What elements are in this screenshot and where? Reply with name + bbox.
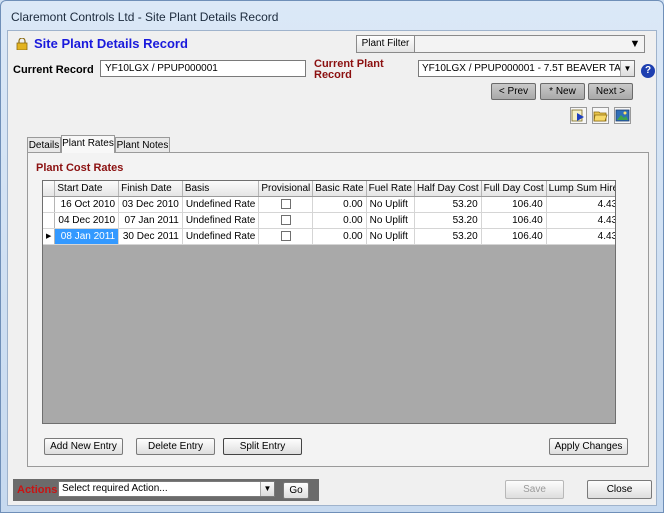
close-button[interactable]: Close	[587, 480, 652, 499]
dropdown-arrow-icon[interactable]: ▼	[620, 61, 634, 76]
current-plant-record-label: Current Plant Record	[314, 59, 384, 81]
current-row-arrow-icon: ▶	[46, 233, 52, 240]
table-row[interactable]: 16 Oct 2010 03 Dec 2010 Undefined Rate 0.00…	[43, 196, 615, 213]
cell-start[interactable]: 08 Jan 2011	[54, 228, 120, 245]
next-button[interactable]: Next >	[588, 83, 633, 100]
form-title-text: Site Plant Details Record	[34, 36, 188, 51]
cell-lump[interactable]: 4.43	[546, 196, 615, 213]
cell-half[interactable]: 53.20	[414, 196, 482, 213]
cell-half[interactable]: 53.20	[414, 228, 482, 245]
row-selector[interactable]	[43, 212, 56, 229]
open-folder-button[interactable]	[592, 107, 609, 124]
cell-basic[interactable]: 0.00	[312, 212, 367, 229]
cell-lump[interactable]: 4.43	[546, 228, 615, 245]
folder-open-icon	[593, 111, 608, 122]
cell-basic[interactable]: 0.00	[312, 228, 367, 245]
plant-filter-combo[interactable]: Plant Filter ▼	[356, 35, 645, 53]
run-report-button[interactable]	[570, 107, 587, 124]
apply-changes-button[interactable]: Apply Changes	[549, 438, 628, 455]
column-header[interactable]: Provisional	[258, 181, 314, 197]
column-header[interactable]: Basis	[182, 181, 260, 197]
plant-filter-button[interactable]: Plant Filter	[357, 36, 415, 52]
tab-plant-notes[interactable]: Plant Notes	[115, 137, 170, 153]
current-plant-label-line2: Record	[314, 69, 352, 81]
current-plant-record-value: YF10LGX / PPUP000001 - 7.5T BEAVER TAIL …	[422, 63, 635, 74]
cell-full[interactable]: 106.40	[481, 196, 547, 213]
tab-details[interactable]: Details	[27, 137, 61, 153]
cell-fuel[interactable]: No Uplift	[366, 196, 415, 213]
row-selector-header	[43, 181, 56, 197]
cell-finish[interactable]: 30 Dec 2011	[118, 228, 183, 245]
table-row[interactable]: ▶ 08 Jan 2011 30 Dec 2011 Undefined Rate 0.0…	[43, 228, 615, 245]
cell-start[interactable]: 16 Oct 2010	[54, 196, 120, 213]
provisional-checkbox-cell[interactable]	[258, 212, 314, 229]
plant-cost-rates-grid[interactable]: Start Date Finish Date Basis Provisional…	[42, 180, 616, 424]
actions-select[interactable]: Select required Action... ▼	[58, 481, 275, 497]
column-header[interactable]: Lump Sum Hire	[546, 181, 615, 197]
table-row[interactable]: 04 Dec 2010 07 Jan 2011 Undefined Rate 0.00…	[43, 212, 615, 229]
rates-table[interactable]: Start Date Finish Date Basis Provisional…	[43, 181, 615, 245]
prev-button[interactable]: < Prev	[491, 83, 536, 100]
go-button[interactable]: Go	[283, 482, 309, 499]
dropdown-arrow-icon[interactable]: ▼	[260, 482, 274, 496]
cell-basis[interactable]: Undefined Rate	[182, 212, 260, 229]
cell-basic[interactable]: 0.00	[312, 196, 367, 213]
cell-finish[interactable]: 03 Dec 2010	[118, 196, 183, 213]
actions-label: Actions	[17, 484, 58, 496]
window-title: Claremont Controls Ltd - Site Plant Deta…	[11, 10, 279, 24]
current-record-label: Current Record	[13, 64, 94, 76]
help-icon[interactable]: ?	[641, 64, 655, 78]
column-header[interactable]: Start Date	[54, 181, 120, 197]
save-button[interactable]: Save	[505, 480, 564, 499]
column-header[interactable]: Fuel Rate	[366, 181, 415, 197]
column-header[interactable]: Half Day Cost	[414, 181, 482, 197]
cell-full[interactable]: 106.40	[481, 212, 547, 229]
rates-body: 16 Oct 2010 03 Dec 2010 Undefined Rate 0.00…	[43, 196, 615, 245]
cell-fuel[interactable]: No Uplift	[366, 212, 415, 229]
cell-finish[interactable]: 07 Jan 2011	[118, 212, 183, 229]
add-new-entry-button[interactable]: Add New Entry	[44, 438, 123, 455]
cell-half[interactable]: 53.20	[414, 212, 482, 229]
form-title: Site Plant Details Record	[16, 36, 188, 51]
column-header[interactable]: Full Day Cost	[481, 181, 547, 197]
provisional-checkbox-cell[interactable]	[258, 196, 314, 213]
cell-fuel[interactable]: No Uplift	[366, 228, 415, 245]
column-header[interactable]: Finish Date	[118, 181, 183, 197]
provisional-checkbox-cell[interactable]	[258, 228, 314, 245]
plant-rates-panel: Plant Cost Rates Start Date Finish Date …	[27, 152, 649, 467]
provisional-checkbox[interactable]	[280, 198, 291, 209]
current-plant-record-select[interactable]: YF10LGX / PPUP000001 - 7.5T BEAVER TAIL …	[418, 60, 635, 77]
cell-basis[interactable]: Undefined Rate	[182, 228, 260, 245]
actions-select-value: Select required Action...	[62, 483, 168, 494]
new-button[interactable]: * New	[540, 83, 585, 100]
chevron-down-icon[interactable]: ▼	[628, 38, 642, 50]
cell-start[interactable]: 04 Dec 2010	[54, 212, 120, 229]
lock-icon	[16, 37, 28, 50]
picture-icon	[615, 109, 630, 122]
plant-cost-rates-title: Plant Cost Rates	[36, 162, 124, 174]
app-window: Claremont Controls Ltd - Site Plant Deta…	[0, 0, 664, 513]
actions-bar: Actions Select required Action... ▼ Go	[13, 479, 319, 501]
cell-lump[interactable]: 4.43	[546, 212, 615, 229]
provisional-checkbox[interactable]	[280, 214, 291, 225]
image-button[interactable]	[614, 107, 631, 124]
form-client-area: Site Plant Details Record Plant Filter ▼…	[7, 30, 657, 506]
provisional-checkbox[interactable]	[280, 230, 291, 241]
report-play-icon	[571, 109, 584, 122]
current-record-field[interactable]: YF10LGX / PPUP000001	[100, 60, 306, 77]
cell-basis[interactable]: Undefined Rate	[182, 196, 260, 213]
row-selector[interactable]: ▶	[43, 228, 56, 245]
delete-entry-button[interactable]: Delete Entry	[136, 438, 215, 455]
tab-plant-rates[interactable]: Plant Rates	[61, 135, 115, 153]
split-entry-button[interactable]: Split Entry	[223, 438, 302, 455]
row-selector[interactable]	[43, 196, 56, 213]
cell-full[interactable]: 106.40	[481, 228, 547, 245]
column-header[interactable]: Basic Rate	[312, 181, 367, 197]
table-header-row: Start Date Finish Date Basis Provisional…	[43, 181, 615, 197]
